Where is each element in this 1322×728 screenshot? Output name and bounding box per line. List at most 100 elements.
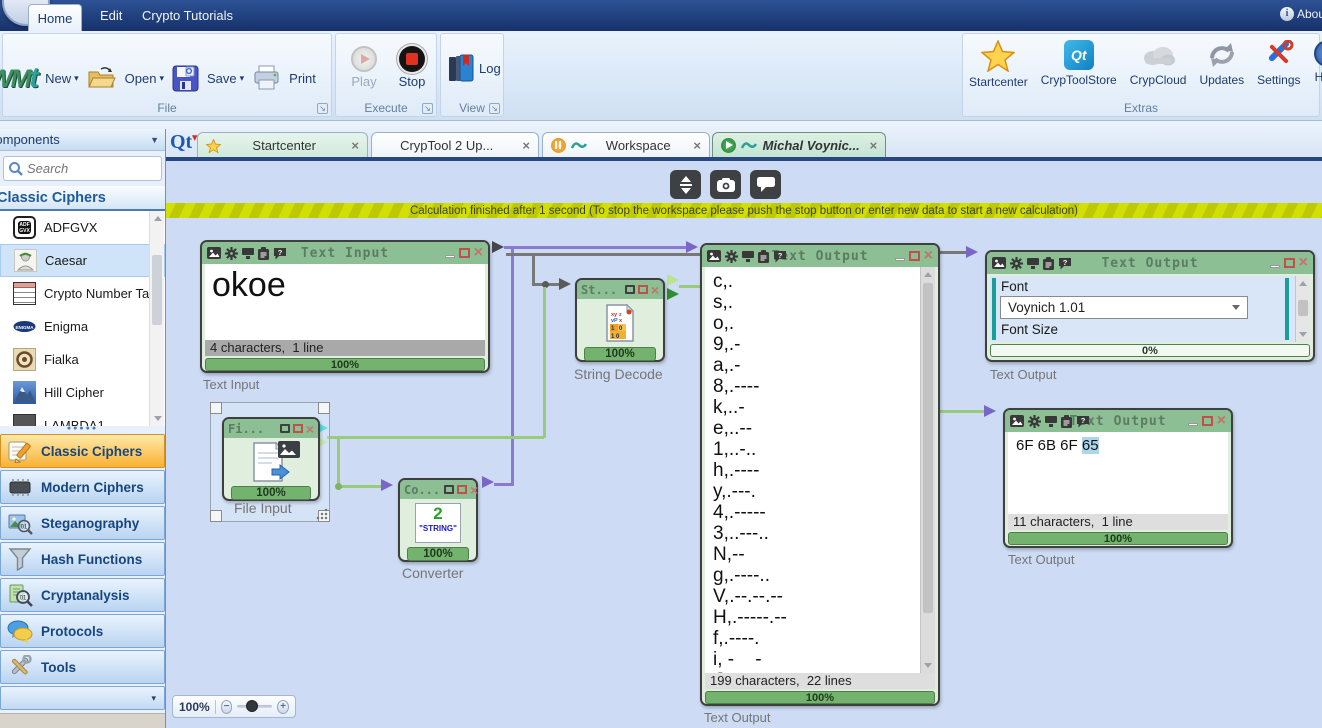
workspace-canvas[interactable]: Calculation finished after 1 second (To …	[166, 161, 1322, 728]
close-button[interactable]: ×	[924, 250, 933, 262]
crypcloud-button[interactable]: CrypCloud	[1130, 40, 1187, 87]
menu-tab-crypto-tutorials[interactable]: Crypto Tutorials	[128, 0, 247, 31]
zoom-slider[interactable]	[237, 705, 272, 708]
output-connector-icon[interactable]	[667, 288, 679, 300]
tab-michal-voynich[interactable]: Michal Voynic... ×	[712, 132, 886, 158]
text-output-font-component[interactable]: ? Text Output × Font Voynich 1.01 Font S…	[985, 250, 1315, 362]
component-item-fialka[interactable]: Fialka	[0, 343, 165, 376]
tab-startcenter[interactable]: Startcenter ×	[197, 132, 368, 158]
output-connector-icon[interactable]	[482, 476, 494, 488]
category-protocols[interactable]: Protocols	[0, 614, 165, 648]
category-steganography[interactable]: 01 Steganography	[0, 506, 165, 540]
output-connector-icon[interactable]	[492, 241, 504, 253]
restore-button[interactable]	[444, 485, 454, 494]
component-item-lambda1[interactable]: LAMBDA1	[0, 409, 165, 426]
menu-tab-home[interactable]: Home	[28, 4, 82, 31]
input-connector-icon[interactable]	[686, 241, 698, 253]
scrollbar-thumb[interactable]	[923, 283, 933, 613]
print-button[interactable]: Print	[289, 71, 316, 86]
string-decode-component[interactable]: St... × xyzvPx 101 0 100%	[575, 278, 665, 362]
category-modern-ciphers[interactable]: Modern Ciphers	[0, 470, 165, 504]
screenshot-button[interactable]	[710, 170, 741, 199]
restore-button[interactable]	[280, 424, 290, 433]
maximize-button[interactable]	[457, 485, 467, 494]
close-tab-icon[interactable]: ×	[869, 138, 877, 153]
help-button[interactable]: ? Help	[1314, 40, 1322, 84]
category-tools[interactable]: Tools	[0, 650, 165, 684]
component-item-adfgvx[interactable]: ADFGVX ADFGVX	[0, 211, 165, 244]
component-item-crypto-number-tab[interactable]: Crypto Number Tab	[0, 277, 165, 310]
font-select[interactable]: Voynich 1.01	[1000, 296, 1248, 319]
resize-handle[interactable]	[210, 402, 222, 414]
settings-button[interactable]: Settings	[1257, 40, 1300, 87]
tab-workspace[interactable]: Workspace ×	[542, 132, 710, 158]
file-input-component[interactable]: Fi... × 100%	[222, 417, 320, 501]
view-dialog-launcher[interactable]: ↘	[489, 103, 500, 114]
tab-cryptool2-update[interactable]: CrypTool 2 Up... ×	[371, 132, 539, 158]
maximize-button[interactable]	[909, 251, 920, 261]
updates-button[interactable]: Updates	[1199, 40, 1244, 87]
scrollbar-thumb[interactable]	[1298, 300, 1308, 316]
restore-button[interactable]	[625, 285, 635, 294]
fit-screen-button[interactable]	[670, 170, 701, 199]
maximize-button[interactable]	[638, 285, 648, 294]
scroll-up-icon[interactable]	[1299, 281, 1307, 286]
close-tab-icon[interactable]: ×	[351, 138, 359, 153]
open-button[interactable]: Open▾	[125, 71, 164, 86]
close-tab-icon[interactable]: ×	[693, 138, 701, 153]
text-output-main-component[interactable]: ? Text Output × c,. s,. o,. 9,.- a,.- 8,…	[700, 243, 940, 706]
save-button[interactable]: Save▾	[207, 71, 244, 86]
search-input[interactable]	[27, 161, 137, 176]
scrollbar[interactable]	[149, 211, 164, 426]
resize-handle[interactable]	[318, 402, 330, 414]
input-connector-icon[interactable]	[381, 479, 393, 491]
stop-button[interactable]: Stop	[388, 46, 436, 89]
close-button[interactable]: ×	[1217, 415, 1226, 427]
close-button[interactable]: ×	[1299, 257, 1308, 269]
startcenter-button[interactable]: Startcenter	[969, 40, 1028, 89]
close-button[interactable]: ×	[651, 284, 659, 296]
components-panel-header[interactable]: Components ▼	[0, 129, 165, 151]
input-connector-icon[interactable]	[559, 278, 571, 290]
resize-handle[interactable]	[210, 510, 222, 522]
scroll-down-icon[interactable]	[1299, 332, 1307, 337]
minimize-button[interactable]	[1188, 423, 1198, 426]
input-connector-icon[interactable]	[984, 405, 996, 417]
maximize-button[interactable]	[1284, 258, 1295, 268]
text-output-area[interactable]: 6F 6B 6F 65	[1008, 432, 1228, 514]
close-button[interactable]: ×	[470, 484, 478, 496]
maximize-button[interactable]	[1202, 416, 1213, 426]
category-overflow-bar[interactable]: ▾	[0, 686, 165, 710]
text-input-component[interactable]: ? Text Input × okoe 4 characters, 1 line…	[200, 240, 490, 373]
category-classic-ciphers[interactable]: Classic Ciphers	[0, 434, 165, 468]
execute-dialog-launcher[interactable]: ↘	[422, 103, 433, 114]
scrollbar[interactable]	[920, 267, 935, 673]
category-hash-functions[interactable]: Hash Functions	[0, 542, 165, 576]
play-button[interactable]: Play	[340, 46, 388, 89]
resize-grip[interactable]	[315, 507, 328, 520]
converter-component[interactable]: Co... × 2 "STRING" 100%	[398, 478, 478, 562]
scroll-down-icon[interactable]	[154, 416, 162, 421]
new-button[interactable]: New▾	[45, 71, 79, 86]
text-output-hex-component[interactable]: ? Text Output × 6F 6B 6F 65 11 character…	[1003, 408, 1233, 548]
maximize-button[interactable]	[459, 248, 470, 258]
category-cryptanalysis[interactable]: 01 Cryptanalysis	[0, 578, 165, 612]
close-button[interactable]: ×	[474, 247, 483, 259]
splitter-handle[interactable]: ●●●●●	[0, 426, 165, 434]
text-output-area[interactable]: c,. s,. o,. 9,.- a,.- 8,.---- k,..- e,..…	[705, 267, 935, 673]
output-connector-icon[interactable]	[667, 274, 679, 286]
log-button[interactable]: Log	[448, 54, 501, 82]
component-item-caesar[interactable]: Caesar	[0, 244, 165, 277]
zoom-slider-handle[interactable]	[246, 700, 258, 712]
cryptoolstore-button[interactable]: Qt CrypToolStore	[1041, 40, 1117, 87]
input-connector-icon[interactable]	[966, 246, 978, 258]
zoom-in-button[interactable]: +	[277, 700, 289, 714]
minimize-button[interactable]	[895, 258, 905, 261]
minimize-button[interactable]	[1270, 265, 1280, 268]
scrollbar[interactable]	[1295, 276, 1310, 342]
component-item-enigma[interactable]: ENIGMA Enigma	[0, 310, 165, 343]
search-box[interactable]	[3, 156, 162, 181]
close-tab-icon[interactable]: ×	[522, 138, 530, 153]
minimize-button[interactable]	[445, 255, 455, 258]
file-dialog-launcher[interactable]: ↘	[317, 103, 328, 114]
